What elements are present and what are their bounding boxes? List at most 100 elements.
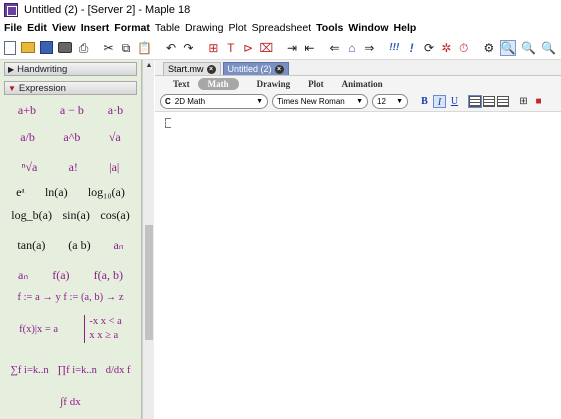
print-button[interactable] [58, 40, 73, 56]
palette-sin[interactable]: sin(a) [63, 208, 90, 223]
copy-button[interactable]: ⧉ [120, 40, 132, 56]
palette-evaluate-at[interactable]: f(x)|x = a [19, 324, 58, 335]
mode-tab-animation[interactable]: Animation [342, 79, 383, 89]
palette-abs[interactable]: |a| [109, 160, 119, 175]
palette-multiply[interactable]: a·b [108, 103, 123, 118]
table-icon[interactable]: ⊞ [517, 95, 530, 108]
maple-app-icon[interactable] [4, 3, 18, 17]
paste-icon: 📋 [137, 40, 153, 55]
zoom-fit-button[interactable]: 🔍 [500, 39, 516, 56]
math-cursor-placeholder[interactable] [165, 118, 171, 128]
color-icon[interactable]: ■ [532, 95, 545, 108]
scroll-up-arrow-icon[interactable]: ▲ [144, 62, 154, 70]
style-select[interactable]: C 2D Math ▼ [160, 94, 268, 109]
paste-button[interactable]: 📋 [137, 40, 152, 56]
execute-button[interactable]: ! [405, 40, 417, 56]
palette-tan[interactable]: tan(a) [17, 238, 45, 253]
close-icon[interactable]: × [206, 64, 216, 74]
save-button[interactable] [40, 40, 54, 56]
menu-table[interactable]: Table [155, 22, 180, 34]
mode-tab-plot[interactable]: Plot [308, 79, 324, 89]
font-size-select[interactable]: 12 ▼ [372, 94, 408, 109]
mode-tab-math[interactable]: Math [197, 78, 239, 90]
menu-edit[interactable]: Edit [27, 22, 47, 34]
zoom-fit-icon: 🔍 [500, 40, 516, 55]
menu-view[interactable]: View [52, 22, 76, 34]
menu-insert[interactable]: Insert [81, 22, 110, 34]
palette-fraction[interactable]: a/b [20, 130, 35, 145]
palette-add[interactable]: a+b [18, 103, 36, 118]
palette-ln[interactable]: ln(a) [45, 185, 68, 200]
text-tool-icon: T [227, 40, 235, 55]
palette-function-call[interactable]: f(a) [52, 268, 69, 283]
restart-button[interactable]: ⟳ [423, 40, 435, 56]
palette-indexed[interactable]: aₙ [18, 268, 28, 283]
palette-piecewise[interactable]: -x x < a x x ≥ a [84, 315, 122, 343]
palette-subscript[interactable]: aₙ [113, 238, 123, 253]
menu-drawing[interactable]: Drawing [185, 22, 224, 34]
outdent-button[interactable]: ⇤ [303, 40, 315, 56]
menu-spreadsheet[interactable]: Spreadsheet [252, 22, 312, 34]
menu-tools[interactable]: Tools [316, 22, 343, 34]
zoom-out-button[interactable]: 🔍 [541, 40, 556, 56]
scrollbar-thumb[interactable] [145, 225, 153, 340]
palette-derivative[interactable]: d/dx f [106, 365, 131, 376]
back-button[interactable]: ⇐ [328, 40, 340, 56]
handwriting-palette-header[interactable]: ▶ Handwriting [4, 62, 137, 76]
palette-subtract[interactable]: a − b [60, 103, 84, 118]
mode-tab-drawing[interactable]: Drawing [257, 79, 291, 89]
cut-button[interactable]: ✂ [102, 40, 114, 56]
palette-log10[interactable]: log₁₀(a) [88, 185, 125, 200]
mode-tab-text[interactable]: Text [173, 79, 190, 89]
palette-sum[interactable]: ∑f i=k..n [10, 365, 48, 376]
bold-button[interactable]: B [418, 95, 431, 108]
new-document-button[interactable] [4, 40, 17, 56]
open-button[interactable] [21, 40, 36, 56]
palette-exp[interactable]: eᵃ [16, 185, 25, 200]
font-select[interactable]: Times New Roman ▼ [272, 94, 368, 109]
redo-button[interactable]: ↷ [182, 40, 194, 56]
palette-nth-root[interactable]: ⁿ√a [22, 160, 38, 175]
align-right-icon[interactable] [497, 96, 509, 107]
settings-button[interactable]: ⚙ [483, 40, 495, 56]
palette-product[interactable]: ∏f i=k..n [58, 365, 97, 376]
tab-untitled-2[interactable]: Untitled (2) × [222, 62, 289, 75]
restart-icon: ⟳ [423, 40, 435, 55]
italic-button[interactable]: I [433, 95, 446, 108]
align-left-icon[interactable] [468, 95, 482, 108]
forward-button[interactable]: ⇒ [363, 40, 375, 56]
palette-sqrt[interactable]: √a [109, 130, 121, 145]
palette-integral[interactable]: ∫f dx [60, 396, 80, 408]
align-center-icon[interactable] [483, 96, 495, 107]
zoom-in-button[interactable]: 🔍 [521, 40, 536, 56]
palette-power[interactable]: a^b [63, 130, 80, 145]
home-button[interactable]: ⌂ [346, 40, 358, 56]
debug-button[interactable]: ✲ [440, 40, 452, 56]
menu-plot[interactable]: Plot [229, 22, 247, 34]
execute-all-button[interactable]: !!! [388, 40, 400, 56]
menu-window[interactable]: Window [348, 22, 388, 34]
palette-logb[interactable]: log_b(a) [11, 208, 52, 223]
indent-button[interactable]: ⇥ [286, 40, 298, 56]
insert-prompt-button[interactable]: ⊳ [242, 40, 254, 56]
underline-button[interactable]: U [448, 95, 461, 108]
print-preview-button[interactable]: ⎙ [77, 40, 89, 56]
execute-all-icon: !!! [389, 41, 400, 53]
undo-button[interactable]: ↶ [165, 40, 177, 56]
close-icon[interactable]: × [274, 64, 284, 74]
palette-cos[interactable]: cos(a) [100, 208, 129, 223]
palette-scrollbar[interactable]: ▲ [142, 60, 154, 419]
palette-factorial[interactable]: a! [69, 160, 78, 175]
interrupt-button[interactable]: ⏱ [458, 40, 470, 56]
insert-section-button[interactable]: ⌧ [259, 40, 273, 56]
menu-file[interactable]: File [4, 22, 22, 34]
palette-function-call-2[interactable]: f(a, b) [94, 268, 123, 283]
menu-format[interactable]: Format [114, 22, 150, 34]
menu-help[interactable]: Help [394, 22, 417, 34]
tab-start[interactable]: Start.mw × [163, 62, 221, 75]
expression-palette-header[interactable]: ▼ Expression [4, 81, 137, 95]
insert-text-button[interactable]: T [225, 40, 237, 56]
palette-arrow-functions[interactable]: f := a → y f := (a, b) → z [17, 292, 123, 303]
palette-binomial[interactable]: (a b) [68, 238, 90, 253]
insert-math-button[interactable]: ⊞ [207, 40, 219, 56]
